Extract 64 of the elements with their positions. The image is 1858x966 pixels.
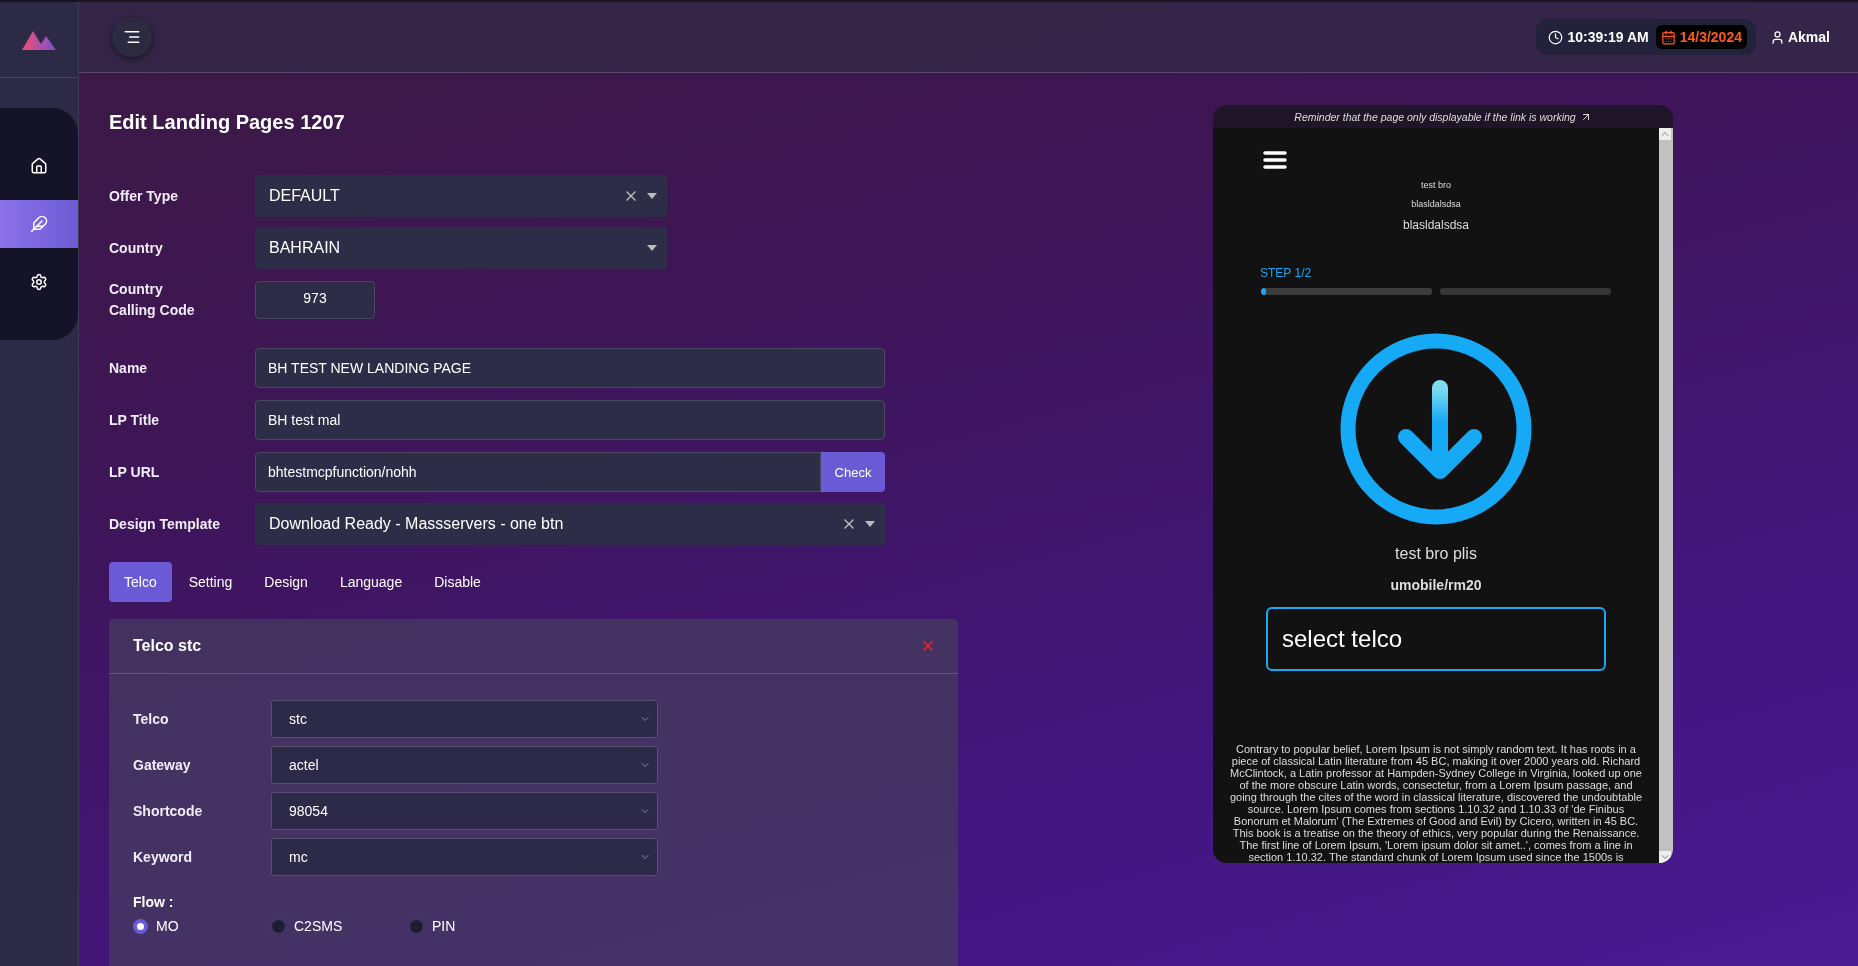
preview-text: blasldalsdsa [1411,198,1461,211]
scrollbar[interactable] [1659,128,1673,863]
download-icon[interactable] [1340,333,1532,525]
caret-icon [865,521,875,527]
preview-subtitle: blasldalsdsa [1402,218,1469,232]
input-field[interactable]: bhtestmcpfunction/nohh [255,452,821,492]
user-icon [1769,29,1785,45]
radio-button[interactable] [271,918,286,934]
menu-icon [123,28,141,46]
field-label: Offer Type [109,186,179,206]
field-label: Keyword [133,847,194,867]
body-paragraph: Contrary to popular belief, Lorem Ipsum is not simply random text. It has roots in a piece of classical Latin literature from 45 BC, making it over 2000 years old. Richard McClintock, a Latin professor at Hampden-Sydney College in Virginia, looked up one of the more obscure Latin words, consectetur, from a Lorem Ipsum passage, and going through the cites of the word in classical literature, discovered the undoubtable source. Lorem Ipsum comes from sections 1.10.32 and 1.10.33 of 'de Finibus Bonorum et Malorum' (The Extremes of Good and Evil) by Cicero, written in 45 BC. This book is a treatise on the theory of ethics, very popular during the Renaissance. The first line of Lorem Ipsum, 'Lorem ipsum dolor sit amet..', comes from a line in section 1.10.32. The standard chunk of Lorem Ipsum used since the 1500s is [1228,743,1644,863]
caret-icon [647,193,657,199]
tab[interactable]: Telco [109,562,172,602]
select-field[interactable]: mc [271,838,658,876]
select-field[interactable]: stc [271,700,658,738]
radio-label: MO [156,918,179,934]
menu-button[interactable] [112,17,152,57]
field-label: Telco [133,709,170,729]
field-label: LP URL [109,462,161,482]
radio-label: PIN [432,918,456,934]
radio-label: C2SMS [294,918,343,934]
clock-icon [1548,29,1564,45]
field-label: Country [109,238,164,258]
page-title: Edit Landing Pages 1207 [109,111,346,134]
preview-caption: test bro plis [1395,545,1477,563]
field-label: Shortcode [133,801,204,821]
tab[interactable]: Disable [419,562,496,602]
check-button[interactable]: Check [821,452,885,492]
input-field[interactable]: BH TEST NEW LANDING PAGE [255,348,885,388]
field-label: Gateway [133,755,192,775]
field-label: Name [109,358,149,378]
input-field[interactable]: 973 [255,281,375,319]
date-text: 14/3/2024 [1655,25,1747,49]
tab[interactable]: Language [324,562,418,602]
home-icon [30,157,48,175]
feather-icon [30,215,48,233]
settings-icon [30,273,48,291]
field-label: Country Calling Code [109,280,196,320]
select-field[interactable]: 98054 [271,792,658,830]
radio-button[interactable] [409,918,424,934]
tab[interactable]: Design [249,562,323,602]
telco-select[interactable]: select telco [1266,607,1606,671]
panel-title: Telco stc [133,637,202,655]
scroll-down-icon[interactable] [1659,851,1671,863]
preview-text: test bro [1421,179,1451,192]
select-field[interactable]: Download Ready - Massservers - one btn [255,503,885,545]
select-field[interactable]: BAHRAIN [255,227,667,269]
user-menu[interactable]: Akmal [1769,29,1830,45]
radio-button[interactable] [133,918,148,934]
flow-label: Flow : [133,894,175,910]
tab[interactable]: Setting [173,562,248,602]
field-label: Design Template [109,514,221,534]
select-field[interactable]: actel [271,746,658,784]
menu-icon[interactable] [1263,150,1287,170]
calendar-icon [1660,29,1676,45]
field-label: LP Title [109,410,161,430]
preview-code: umobile/rm20 [1390,577,1482,593]
input-field[interactable]: BH test mal [255,400,885,440]
reminder-text: Reminder that the page only displayable if the link is working [1294,110,1576,123]
caret-icon [647,245,657,251]
select-field[interactable]: DEFAULT [255,175,667,217]
step-label: STEP 1/2 [1260,266,1312,280]
time-text: 10:39:19 AM [1545,29,1652,45]
